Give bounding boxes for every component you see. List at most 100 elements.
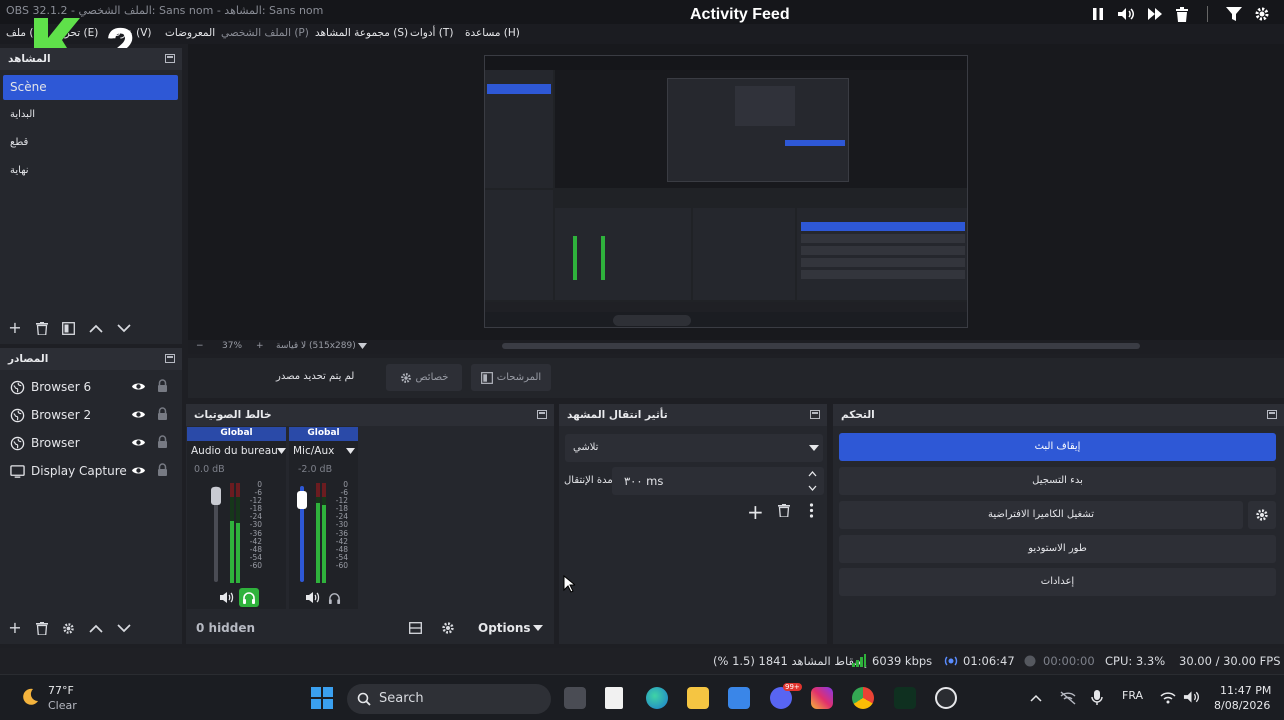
channel-dropdown-icon[interactable]	[277, 448, 286, 454]
virtual-camera-settings-button[interactable]	[1248, 501, 1276, 529]
undock-icon[interactable]	[165, 54, 175, 63]
obs-icon[interactable]	[935, 687, 957, 709]
add-transition-icon[interactable]: +	[747, 500, 764, 524]
chevron-up-icon[interactable]	[1030, 694, 1042, 702]
undock-icon[interactable]	[810, 410, 820, 419]
scene-filters-icon[interactable]	[62, 321, 75, 335]
source-item-browser-2[interactable]: Browser 2	[0, 401, 180, 429]
menu-profile[interactable]: الملف الشخصي (P)	[221, 27, 309, 39]
source-item-display-capture[interactable]: Display Capture	[0, 457, 180, 485]
monitor-headphones-button[interactable]	[239, 588, 259, 607]
undock-icon[interactable]	[1267, 410, 1277, 419]
taskbar-search[interactable]: Search	[347, 684, 551, 714]
visibility-eye-icon[interactable]	[131, 381, 146, 392]
volume-icon[interactable]	[1183, 690, 1200, 704]
mixer-options-button[interactable]: Options	[472, 616, 550, 640]
add-source-icon[interactable]: +	[8, 620, 22, 636]
spin-down-icon[interactable]	[808, 485, 817, 491]
move-up-icon[interactable]	[89, 324, 103, 333]
weather-desc[interactable]: Clear	[48, 699, 77, 712]
transition-type-select[interactable]: تلاشي	[565, 434, 823, 462]
clock-date[interactable]: 8/08/2026	[1214, 699, 1270, 712]
start-virtual-camera-button[interactable]: تشغيل الكاميرا الافتراضية	[839, 501, 1243, 529]
lock-icon[interactable]	[157, 407, 168, 421]
source-properties-icon[interactable]	[62, 622, 75, 635]
clock-time[interactable]: 11:47 PM	[1220, 684, 1271, 697]
start-recording-button[interactable]: بدء التسجيل	[839, 467, 1276, 495]
settings-button[interactable]: إعدادات	[839, 568, 1276, 596]
trash-icon[interactable]	[1175, 6, 1189, 22]
file-icon[interactable]	[605, 687, 623, 709]
visibility-eye-icon[interactable]	[131, 465, 146, 476]
stop-streaming-button[interactable]: إيقاف البث	[839, 433, 1276, 461]
channel-name-desktop[interactable]: Audio du bureau	[191, 445, 278, 457]
visibility-eye-icon[interactable]	[131, 437, 146, 448]
task-view-icon[interactable]	[564, 687, 586, 709]
gear-icon[interactable]	[1254, 6, 1270, 22]
windows-start-icon[interactable]	[311, 687, 333, 709]
menu-help[interactable]: مساعدة (H)	[465, 27, 520, 39]
volume-fader-knob[interactable]	[297, 491, 307, 509]
menu-docks[interactable]: المعروضات	[165, 27, 215, 39]
remove-transition-icon[interactable]	[778, 504, 790, 517]
app-k-icon[interactable]	[894, 687, 916, 709]
language-indicator[interactable]: FRA	[1122, 689, 1143, 702]
more-options-icon[interactable]	[809, 503, 814, 518]
wifi-icon[interactable]	[1160, 691, 1176, 704]
skip-icon[interactable]	[1147, 7, 1163, 21]
store-icon[interactable]	[728, 687, 750, 709]
nested-preview-inner2	[735, 86, 795, 126]
add-scene-icon[interactable]: +	[8, 320, 22, 336]
channel-dropdown-icon[interactable]	[346, 448, 355, 454]
chrome-icon[interactable]	[852, 687, 874, 709]
channel-name-mic[interactable]: Mic/Aux	[293, 445, 334, 457]
source-item-browser-6[interactable]: Browser 6	[0, 373, 180, 401]
mixer-layout-icon[interactable]	[409, 622, 422, 634]
preview-canvas[interactable]	[484, 55, 968, 328]
studio-mode-button[interactable]: طور الاستوديو	[839, 535, 1276, 563]
remove-scene-icon[interactable]	[36, 321, 48, 335]
filters-button[interactable]: المرشحات	[471, 364, 551, 391]
undock-icon[interactable]	[537, 410, 547, 419]
volume-icon[interactable]	[1117, 7, 1135, 21]
microphone-icon[interactable]	[1091, 690, 1103, 706]
move-down-icon[interactable]	[117, 323, 131, 333]
speaker-icon[interactable]	[305, 591, 320, 604]
scene-item-start[interactable]: البداية	[3, 103, 178, 128]
lock-icon[interactable]	[157, 379, 168, 393]
menu-tools[interactable]: أدوات (T)	[410, 27, 453, 39]
zoom-out-button[interactable]: −	[196, 341, 204, 351]
nested-preview-btn	[785, 140, 845, 146]
file-explorer-icon[interactable]	[687, 687, 709, 709]
properties-button[interactable]: خصائص	[386, 364, 462, 391]
undock-icon[interactable]	[165, 354, 175, 363]
spin-up-icon[interactable]	[808, 471, 817, 477]
zoom-dropdown-icon[interactable]	[358, 343, 367, 349]
scene-item-cut[interactable]: قطع	[3, 131, 178, 156]
filters-icon	[480, 371, 493, 384]
network-off-icon[interactable]	[1060, 691, 1076, 705]
source-item-browser[interactable]: Browser	[0, 429, 180, 457]
move-down-icon[interactable]	[117, 623, 131, 633]
scene-item-scene[interactable]: Scène	[3, 75, 178, 100]
lock-icon[interactable]	[157, 463, 168, 477]
lock-icon[interactable]	[157, 435, 168, 449]
preview-hscrollbar[interactable]	[502, 343, 1140, 349]
instagram-icon[interactable]	[811, 687, 833, 709]
scene-item-end[interactable]: نهاية	[3, 159, 178, 184]
duration-spinbox[interactable]: ٣٠٠ ms	[612, 467, 824, 495]
filter-icon[interactable]	[1226, 7, 1242, 21]
headphones-off-icon[interactable]	[328, 592, 341, 604]
remove-source-icon[interactable]	[36, 621, 48, 635]
weather-temp[interactable]: 77°F	[48, 684, 74, 697]
nested-taskbar	[485, 312, 967, 327]
volume-fader-knob[interactable]	[211, 487, 221, 505]
mixer-settings-icon[interactable]	[441, 621, 455, 635]
move-up-icon[interactable]	[89, 624, 103, 633]
zoom-in-button[interactable]: +	[256, 341, 264, 351]
menu-scene-collection[interactable]: مجموعة المشاهد (S)	[315, 27, 408, 39]
speaker-icon[interactable]	[219, 591, 234, 604]
pause-icon[interactable]	[1091, 7, 1105, 21]
edge-icon[interactable]	[646, 687, 668, 709]
visibility-eye-icon[interactable]	[131, 409, 146, 420]
